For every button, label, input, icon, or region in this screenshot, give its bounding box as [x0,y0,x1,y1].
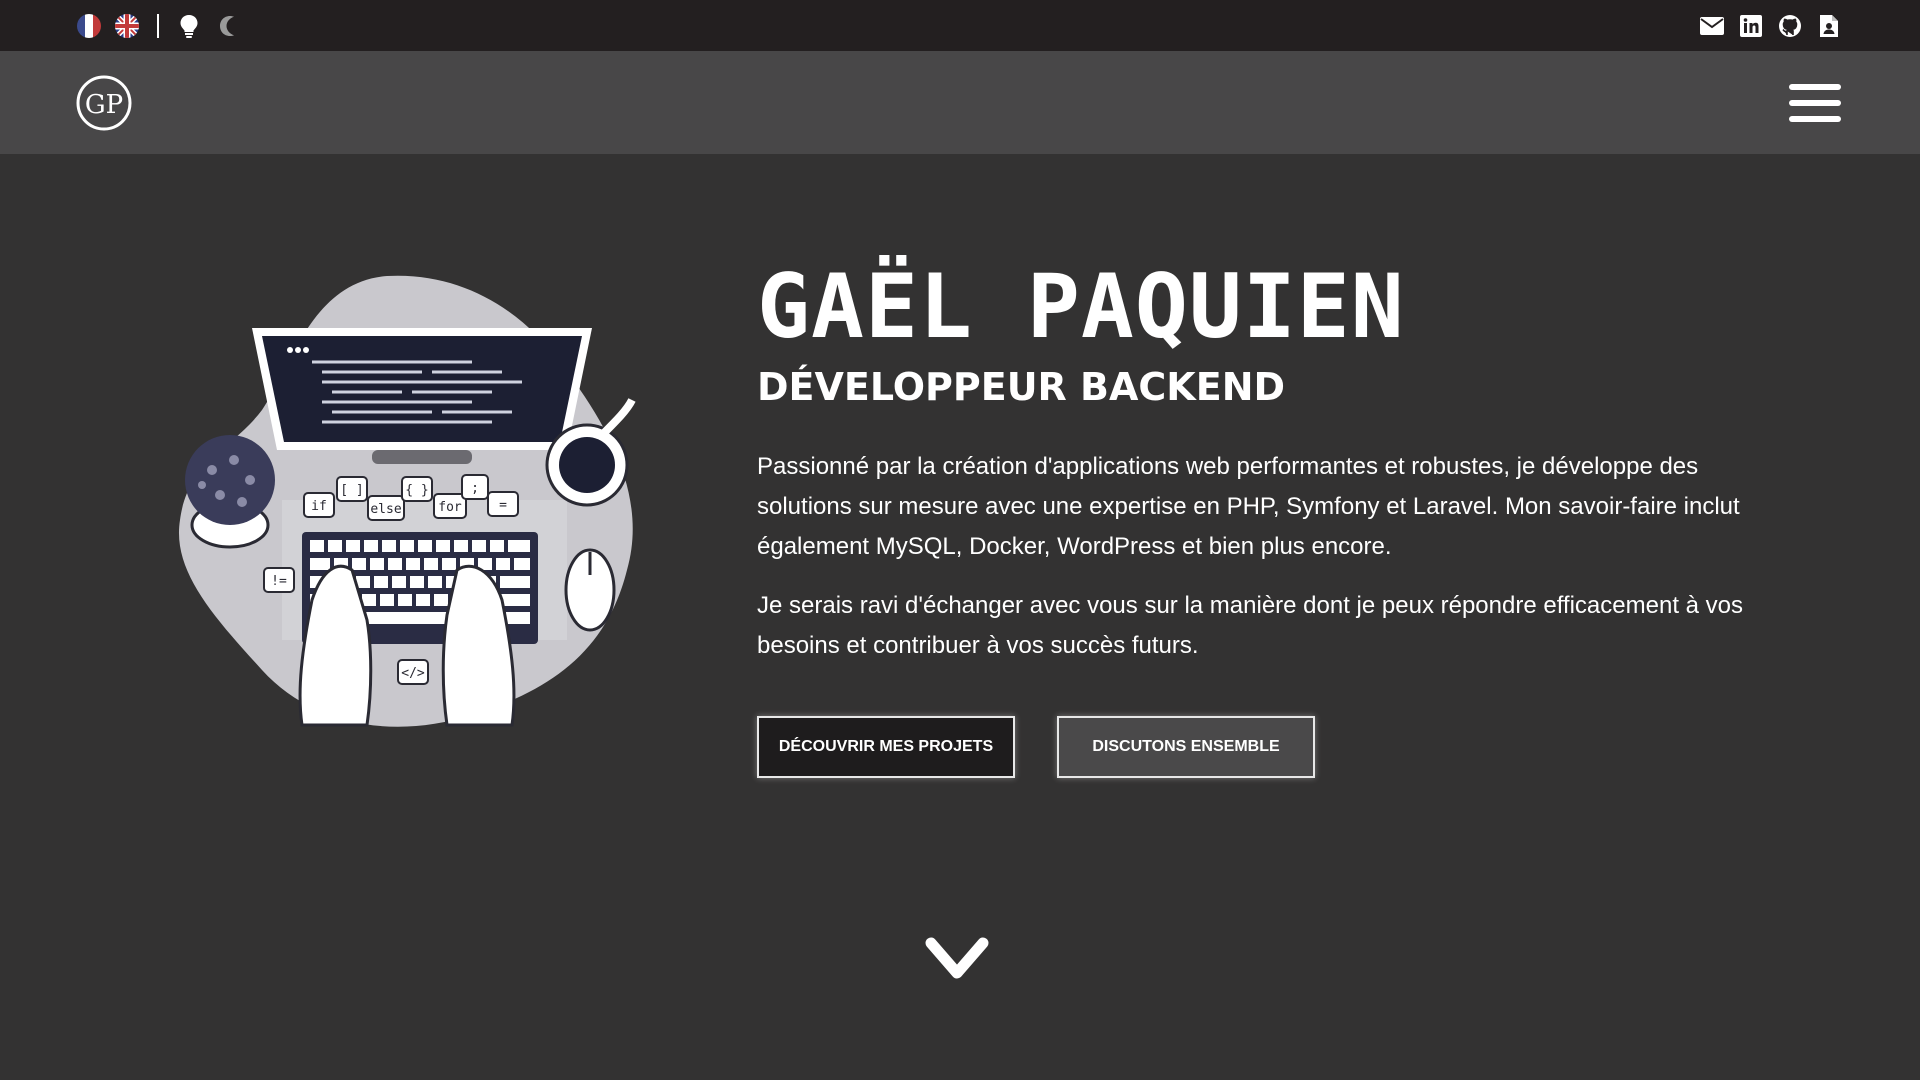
github-icon[interactable] [1778,14,1802,38]
hamburger-menu-icon[interactable] [1789,77,1841,129]
chevron-down-icon[interactable] [925,935,989,985]
france-flag-icon[interactable] [77,13,101,38]
envelope-icon[interactable] [1700,14,1724,38]
lightbulb-icon[interactable] [177,14,201,38]
resume-file-icon[interactable] [1817,14,1841,38]
code-bubble-for: for [438,500,462,515]
developer-desk-illustration: if [ ] else { } for ; = != </> [172,270,652,740]
gp-logo[interactable]: GP [76,72,132,134]
logo-text: GP [85,90,123,120]
code-bubble-tag: </> [401,666,425,681]
topbar-separator [157,13,159,38]
main-navbar: GP [0,51,1920,154]
hero-role: DÉVELOPPEUR BACKEND [757,365,1286,409]
top-bar [0,0,1920,51]
uk-flag-icon[interactable] [115,13,139,38]
code-bubble-brackets: [ ] [340,483,363,498]
code-bubble-braces: { } [405,483,428,498]
hero-buttons: DÉCOUVRIR MES PROJETS DISCUTONS ENSEMBLE [757,716,1777,778]
code-bubble-not-equal: != [271,574,287,589]
code-bubble-semicolon: ; [471,481,479,496]
hero-name: GAËL PAQUIEN [757,255,1405,358]
hero-paragraph-1: Passionné par la création d'applications… [757,453,1740,560]
top-bar-left [77,13,239,38]
hero-content: GAËL PAQUIEN DÉVELOPPEUR BACKEND Passion… [757,257,1777,778]
code-bubble-equals: = [499,498,507,513]
linkedin-icon[interactable] [1739,14,1763,38]
hero-paragraph-2: Je serais ravi d'échanger avec vous sur … [757,592,1744,659]
discover-projects-button[interactable]: DÉCOUVRIR MES PROJETS [757,716,1015,778]
code-bubble-else: else [370,502,401,517]
moon-icon[interactable] [215,14,239,38]
top-bar-right [1700,14,1841,38]
code-bubble-if: if [311,499,327,514]
lets-talk-button[interactable]: DISCUTONS ENSEMBLE [1057,716,1315,778]
